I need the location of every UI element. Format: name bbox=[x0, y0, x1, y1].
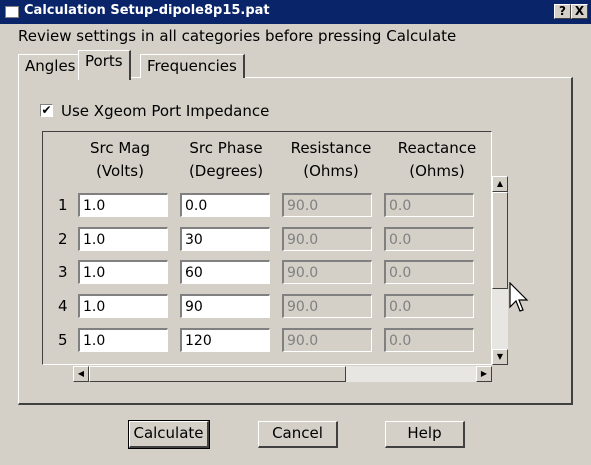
src-mag-field[interactable]: 1.0 bbox=[78, 227, 168, 251]
reactance-field: 0.0 bbox=[384, 260, 474, 284]
cancel-button[interactable]: Cancel bbox=[258, 421, 338, 448]
row-number: 1 bbox=[58, 196, 68, 214]
resistance-field: 90.0 bbox=[282, 328, 372, 352]
reactance-field: 0.0 bbox=[384, 193, 474, 217]
xgeom-impedance-checkbox[interactable]: ✔ bbox=[40, 104, 53, 117]
window-icon bbox=[5, 6, 19, 18]
horizontal-scrollbar[interactable]: ◀ ▶ bbox=[73, 366, 492, 382]
src-phase-field[interactable]: 60 bbox=[180, 260, 270, 284]
src-mag-field[interactable]: 1.0 bbox=[78, 260, 168, 284]
resistance-field: 90.0 bbox=[282, 227, 372, 251]
help-button[interactable]: Help bbox=[385, 421, 465, 448]
column-header-reactance: Reactance (Ohms) bbox=[397, 139, 477, 180]
vertical-scrollbar[interactable]: ▲ ▼ bbox=[492, 176, 508, 365]
resistance-field: 90.0 bbox=[282, 294, 372, 318]
row-number: 4 bbox=[58, 297, 68, 315]
reactance-field: 0.0 bbox=[384, 227, 474, 251]
row-number: 3 bbox=[58, 263, 68, 281]
vertical-scroll-thumb[interactable] bbox=[492, 192, 508, 289]
tab-angles[interactable]: Angles bbox=[18, 54, 84, 78]
row-number: 5 bbox=[58, 331, 68, 349]
resistance-field: 90.0 bbox=[282, 260, 372, 284]
src-phase-field[interactable]: 30 bbox=[180, 227, 270, 251]
close-button[interactable]: X bbox=[571, 4, 588, 19]
scroll-right-button[interactable]: ▶ bbox=[476, 366, 492, 382]
src-phase-field[interactable]: 90 bbox=[180, 294, 270, 318]
title-bar: Calculation Setup-dipole8p15.pat ? X bbox=[0, 0, 591, 24]
row-number: 2 bbox=[58, 230, 68, 248]
scroll-down-button[interactable]: ▼ bbox=[492, 349, 508, 365]
horizontal-scroll-thumb[interactable] bbox=[89, 366, 346, 382]
src-phase-field[interactable]: 120 bbox=[180, 328, 270, 352]
src-mag-field[interactable]: 1.0 bbox=[78, 328, 168, 352]
tab-ports[interactable]: Ports bbox=[78, 50, 131, 80]
reactance-field: 0.0 bbox=[384, 328, 474, 352]
xgeom-impedance-label[interactable]: Use Xgeom Port Impedance bbox=[61, 102, 269, 120]
src-mag-field[interactable]: 1.0 bbox=[78, 193, 168, 217]
scroll-up-button[interactable]: ▲ bbox=[492, 176, 508, 192]
src-phase-field[interactable]: 0.0 bbox=[180, 193, 270, 217]
column-header-resistance: Resistance (Ohms) bbox=[290, 139, 372, 180]
src-mag-field[interactable]: 1.0 bbox=[78, 294, 168, 318]
window-title: Calculation Setup-dipole8p15.pat bbox=[24, 3, 270, 18]
calculate-button[interactable]: Calculate bbox=[128, 420, 210, 449]
column-header-src-phase: Src Phase (Degrees) bbox=[188, 139, 264, 180]
mouse-cursor-icon bbox=[509, 282, 529, 312]
tab-frequencies[interactable]: Frequencies bbox=[140, 54, 245, 78]
column-header-src-mag: Src Mag (Volts) bbox=[89, 139, 151, 180]
reactance-field: 0.0 bbox=[384, 294, 474, 318]
help-title-button[interactable]: ? bbox=[554, 4, 571, 19]
instructions-text: Review settings in all categories before… bbox=[18, 27, 457, 45]
scroll-left-button[interactable]: ◀ bbox=[73, 366, 89, 382]
resistance-field: 90.0 bbox=[282, 193, 372, 217]
